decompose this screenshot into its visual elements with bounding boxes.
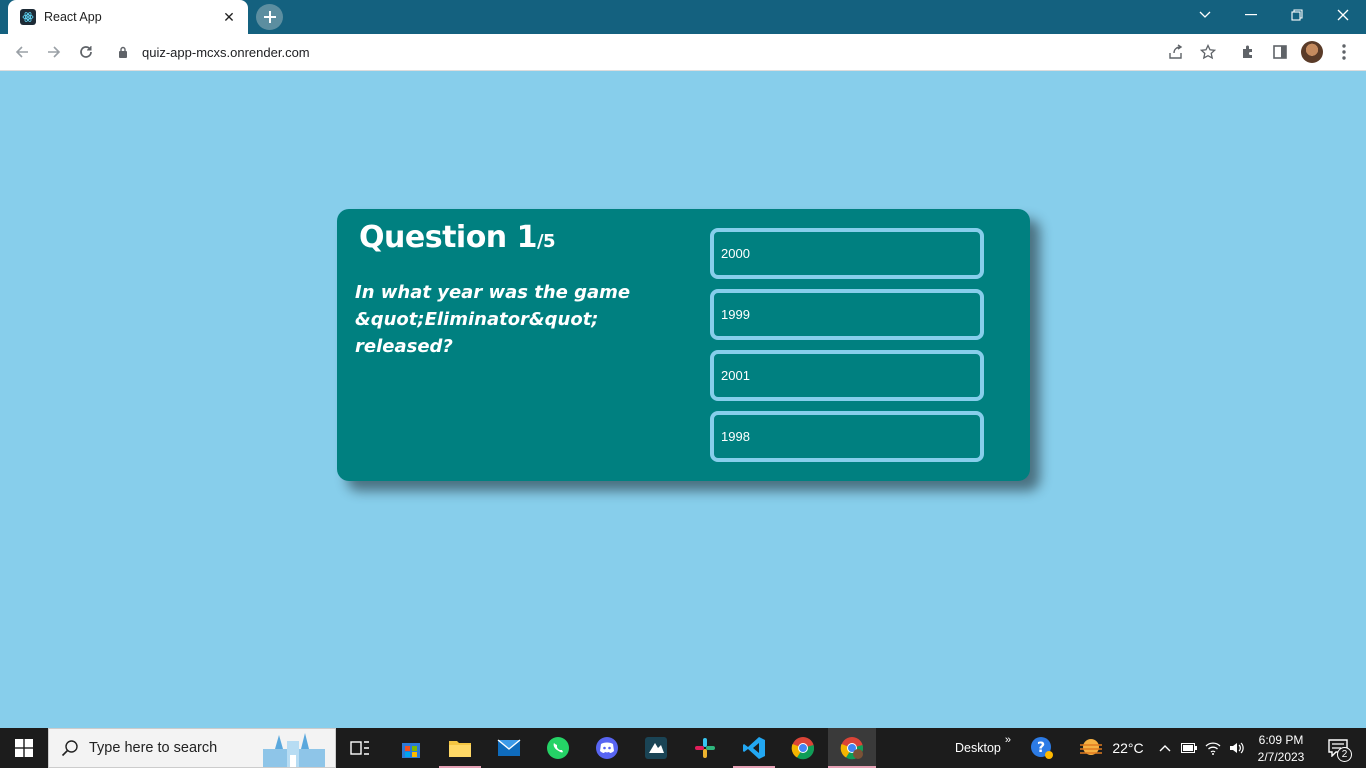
question-total: /5 [536,231,556,252]
terminal-app-icon[interactable] [635,728,677,768]
start-button[interactable] [0,728,48,768]
url-text: quiz-app-mcxs.onrender.com [142,44,310,60]
wifi-icon[interactable] [1202,728,1224,768]
question-number: Question 1 [359,220,537,255]
arrow-right-icon [48,46,61,58]
question-text: In what year was the game &quot;Eliminat… [355,282,631,357]
answer-list: 2000 1999 2001 1998 [710,228,984,472]
windows-logo-icon [15,739,33,757]
taskbar-search[interactable]: Type here to search [48,728,336,768]
plus-icon [263,11,276,23]
volume-icon[interactable] [1226,728,1248,768]
browser-toolbar: quiz-app-mcxs.onrender.com [0,34,1366,71]
weather-haze-icon [1080,739,1103,755]
notification-count-badge: 2 [1337,747,1352,762]
search-highlight-castle-icon [263,733,325,767]
answer-button[interactable]: 1998 [710,411,984,462]
whatsapp-icon[interactable] [537,728,579,768]
clock-date: 2/7/2023 [1257,749,1305,764]
tab-title: React App [44,10,102,24]
chrome-icon[interactable] [782,728,824,768]
browser-tab[interactable]: React App ✕ [8,0,248,34]
bookmark-star-icon[interactable] [1195,39,1221,65]
menu-kebab-icon[interactable] [1331,39,1357,65]
windows-taskbar: Type here to search Desktop » ? 22°C 6:0… [0,728,1366,768]
extensions-puzzle-icon[interactable] [1235,39,1261,65]
mail-icon[interactable] [488,728,530,768]
avatar [1301,41,1323,63]
slack-icon[interactable] [684,728,726,768]
minimize-button[interactable] [1228,0,1274,30]
lock-icon [119,46,127,58]
tab-close-icon[interactable]: ✕ [220,9,238,26]
answer-button[interactable]: 2000 [710,228,984,279]
share-icon[interactable] [1163,39,1189,65]
forward-button[interactable] [40,38,68,66]
tab-search-icon[interactable] [1182,0,1228,30]
temperature: 22°C [1112,740,1144,756]
quiz-card: Question 1/5 In what year was the game &… [337,209,1030,481]
answer-button[interactable]: 2001 [710,350,984,401]
battery-icon[interactable] [1178,728,1200,768]
weather-widget[interactable]: 22°C [1076,728,1146,768]
svg-text:?: ? [1037,740,1045,756]
reload-icon [80,46,92,58]
file-explorer-icon[interactable] [439,728,481,768]
desktop-label: Desktop [955,741,1001,755]
desktop-toolbar[interactable]: Desktop » [950,728,1016,768]
back-button[interactable] [8,38,36,66]
side-panel-icon[interactable] [1267,39,1293,65]
microsoft-store-icon[interactable] [390,728,432,768]
address-bar[interactable]: quiz-app-mcxs.onrender.com [108,38,1228,66]
clock[interactable]: 6:09 PM 2/7/2023 [1252,728,1310,768]
vscode-icon[interactable] [733,728,775,768]
search-icon [61,740,78,757]
chevron-right-double-icon: » [1004,734,1011,746]
arrow-left-icon [15,46,28,58]
new-tab-button[interactable] [256,4,283,30]
react-favicon-icon [20,9,36,25]
profile-avatar[interactable] [1299,39,1325,65]
discord-icon[interactable] [586,728,628,768]
show-hidden-icons-chevron-up-icon[interactable] [1154,728,1176,768]
close-window-button[interactable] [1320,0,1366,30]
notification-center-button[interactable]: 2 [1318,728,1358,768]
reload-button[interactable] [72,38,100,66]
answer-button[interactable]: 1999 [710,289,984,340]
restore-button[interactable] [1274,0,1320,30]
help-icon[interactable]: ? [1026,728,1058,768]
task-view-icon[interactable] [338,728,382,768]
chrome-profile-active-icon[interactable] [828,728,876,768]
question-heading: Question 1/5 [359,220,556,255]
search-placeholder: Type here to search [89,740,218,756]
clock-time: 6:09 PM [1258,732,1304,747]
browser-titlebar: React App ✕ [0,0,1366,34]
